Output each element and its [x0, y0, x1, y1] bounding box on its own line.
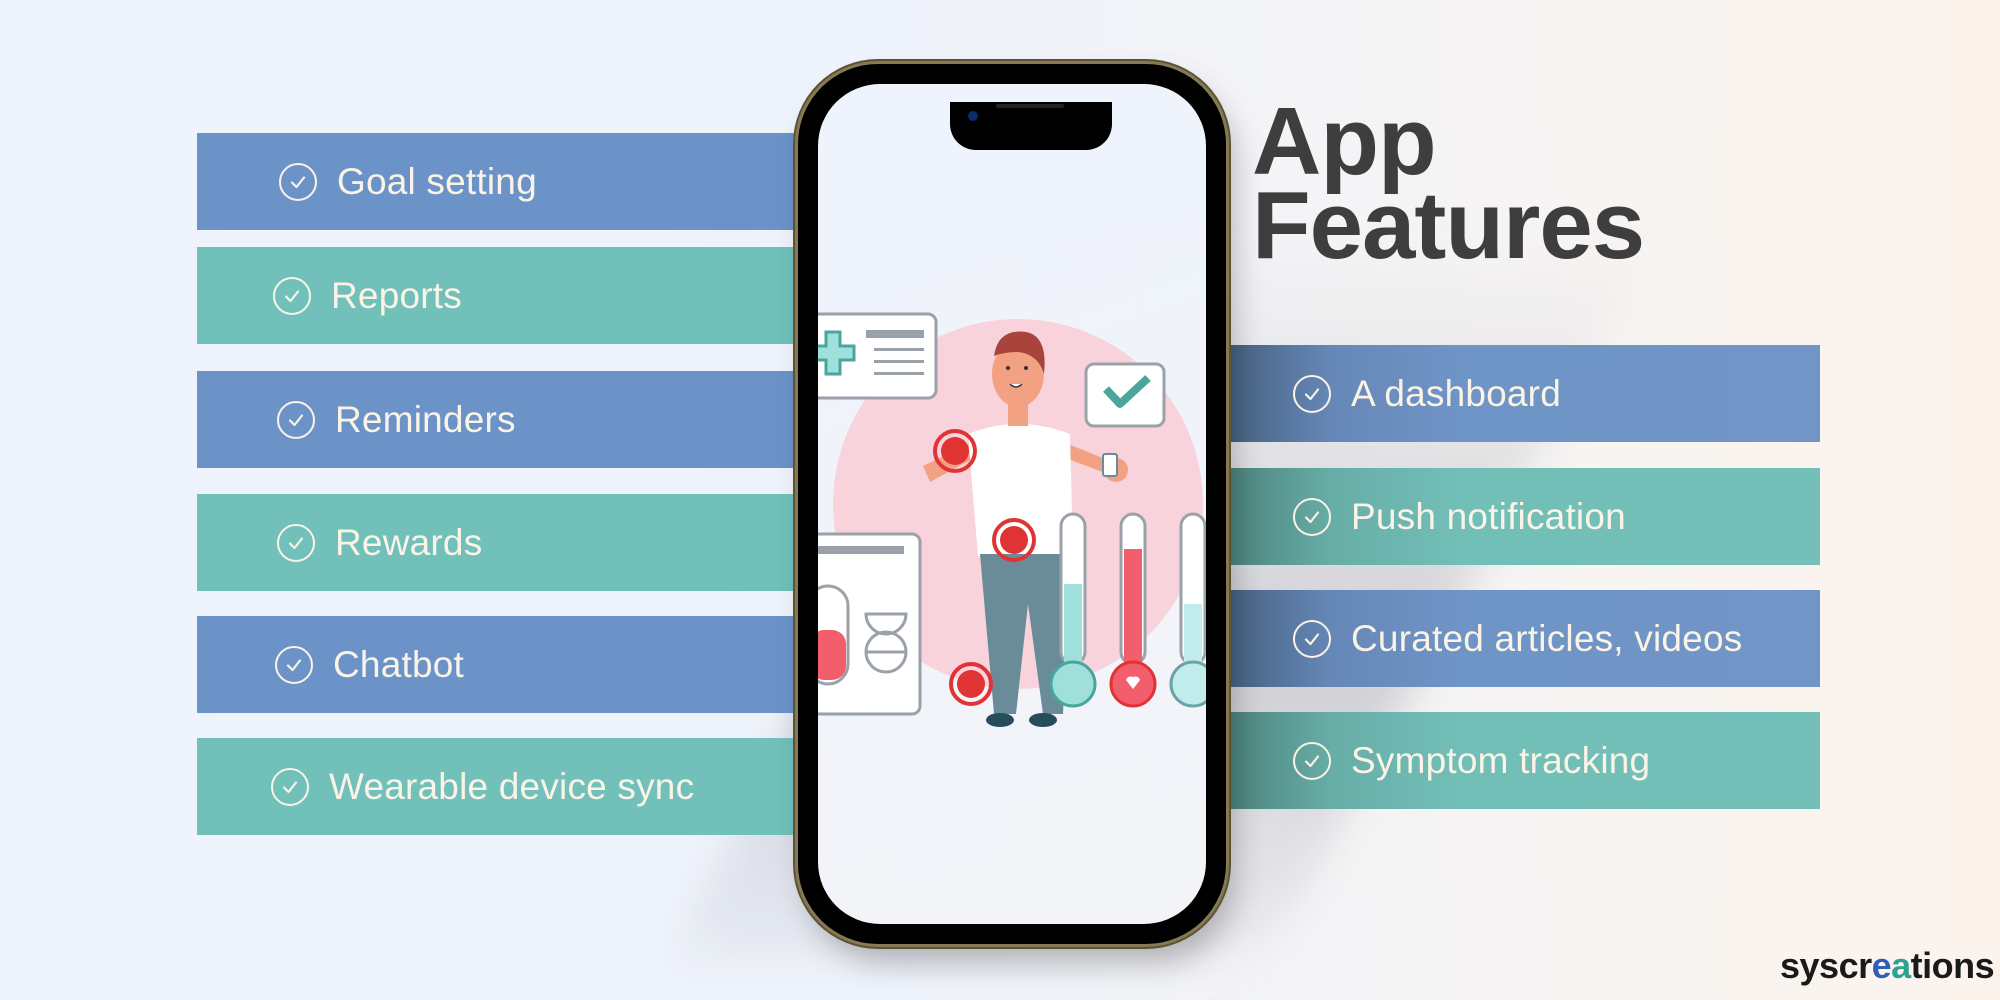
check-bubble-icon [1084, 362, 1166, 428]
feature-label: Goal setting [337, 160, 537, 202]
feature-item: Reports [197, 247, 807, 344]
health-illustration [818, 312, 1206, 727]
check-circle-icon [277, 523, 315, 562]
check-circle-icon [1293, 497, 1331, 536]
feature-item: A dashboard [1225, 345, 1820, 442]
feature-item: Reminders [197, 371, 807, 468]
feature-label: Symptom tracking [1351, 739, 1651, 781]
phone-screen [818, 84, 1206, 924]
check-circle-icon [1293, 741, 1331, 780]
feature-label: Reports [331, 274, 462, 316]
feature-label: A dashboard [1351, 372, 1561, 414]
medication-panel-icon [818, 532, 922, 716]
feature-item: Chatbot [197, 616, 807, 713]
check-circle-icon [279, 162, 317, 201]
phone-mockup [798, 64, 1226, 944]
feature-label: Chatbot [333, 643, 464, 685]
check-circle-icon [1293, 619, 1331, 658]
medical-card-icon [818, 312, 938, 400]
title-line-2: Features [1252, 172, 1645, 279]
feature-item: Rewards [197, 494, 807, 591]
pain-marker [949, 662, 993, 706]
check-circle-icon [1293, 374, 1331, 413]
logo-text-prefix: syscr [1780, 945, 1872, 986]
brand-logo: syscreations [1780, 945, 1995, 987]
check-circle-icon [271, 767, 309, 806]
feature-label: Curated articles, videos [1351, 617, 1743, 659]
feature-item: Goal setting [197, 133, 807, 230]
pain-marker [933, 429, 977, 473]
logo-text-accent-blue: e [1871, 945, 1892, 986]
feature-item: Wearable device sync [197, 738, 807, 835]
phone-notch [950, 102, 1112, 150]
feature-label: Rewards [335, 521, 483, 563]
feature-label: Push notification [1351, 495, 1626, 537]
check-circle-icon [273, 276, 311, 315]
logo-text-suffix: tions [1910, 945, 1995, 986]
feature-label: Reminders [335, 398, 516, 440]
logo-text-accent-teal: a [1891, 945, 1911, 986]
feature-item: Symptom tracking [1225, 712, 1820, 809]
pain-marker [992, 518, 1036, 562]
page-title: App Features [1252, 94, 1645, 279]
speaker-grille [996, 104, 1064, 108]
check-circle-icon [277, 400, 315, 439]
feature-item: Curated articles, videos [1225, 590, 1820, 687]
check-circle-icon [275, 645, 313, 684]
feature-label: Wearable device sync [329, 765, 695, 807]
feature-item: Push notification [1225, 468, 1820, 565]
camera-icon [968, 111, 978, 121]
